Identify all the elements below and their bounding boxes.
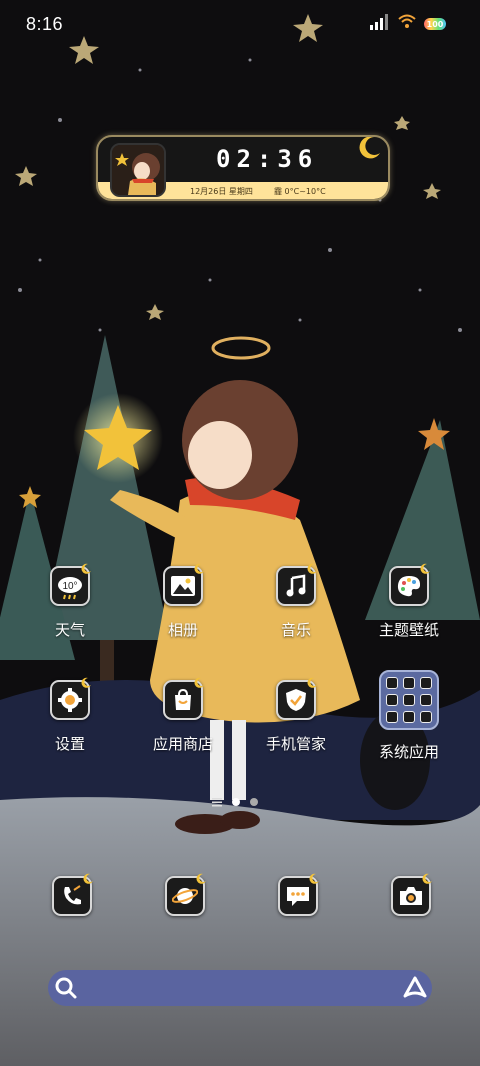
page-dot[interactable] [250,798,258,806]
moon-badge-icon [81,563,91,574]
folder-mini-icon [420,711,432,723]
status-time: 8:16 [26,14,64,34]
moon-badge-icon [81,677,91,688]
dock-messages[interactable] [278,873,319,916]
moon-icon [356,137,382,165]
folder-mini-icon [420,677,432,689]
moon-badge-icon [307,563,317,574]
app-phone-manager[interactable]: 手机管家 [256,677,336,754]
clock-widget[interactable]: 02:36 12月26日 星期四 霾 0°C~10°C [96,135,390,201]
app-store-icon [163,677,204,720]
moon-badge-icon [194,677,204,688]
moon-badge-icon [83,873,93,884]
app-label: 应用商店 [152,735,213,753]
app-gallery[interactable]: 相册 [143,563,223,640]
widget-weather: 霾 0°C~10°C [274,187,326,196]
widget-date: 12月26日 星期四 [190,187,253,196]
app-label: 音乐 [280,621,311,639]
system-apps-folder [379,670,439,730]
page-dot-active[interactable] [232,798,240,806]
page-indicator[interactable] [212,797,258,807]
dock-phone[interactable] [52,873,93,916]
moon-badge-icon [422,873,432,884]
dock-browser[interactable] [165,873,206,916]
wifi-icon [398,14,416,34]
app-settings[interactable]: 设置 [30,677,110,754]
battery-icon: 100 [424,18,446,30]
battery-level: 100 [426,19,444,29]
phone-icon [52,873,93,916]
signal-icon [370,14,390,34]
search-icon[interactable] [54,976,78,1004]
moon-badge-icon [309,873,319,884]
music-icon [276,563,317,606]
app-themes[interactable]: 主题壁纸 [369,563,449,640]
app-music[interactable]: 音乐 [256,563,336,640]
app-label: 设置 [54,735,85,753]
folder-mini-icon [403,694,415,706]
theme-icon [389,563,430,606]
weather-temp: 10° [62,581,77,592]
widget-avatar [110,143,166,197]
dock-camera[interactable] [391,873,432,916]
moon-badge-icon [307,677,317,688]
menu-lines-icon [212,798,222,807]
camera-icon [391,873,432,916]
weather-icon: 10° [50,563,91,606]
folder-mini-icon [403,711,415,723]
app-label: 系统应用 [378,743,439,761]
moon-badge-icon [196,873,206,884]
app-store[interactable]: 应用商店 [143,677,223,754]
folder-mini-icon [420,694,432,706]
folder-mini-icon [386,677,398,689]
app-label: 主题壁纸 [378,621,439,639]
app-label: 相册 [167,621,198,639]
app-label: 天气 [54,621,85,639]
gallery-icon [163,563,204,606]
search-bar[interactable] [48,970,432,1006]
app-label: 手机管家 [265,735,326,753]
moon-badge-icon [420,563,430,574]
folder-mini-icon [403,677,415,689]
messages-icon [278,873,319,916]
widget-clock: 02:36 [216,145,319,173]
status-bar: 8:16 100 [0,0,480,50]
settings-icon [50,677,91,720]
app-weather[interactable]: 10° 天气 [30,563,110,640]
folder-system-apps[interactable]: 系统应用 [369,670,449,762]
moon-badge-icon [194,563,204,574]
assistant-icon[interactable] [402,975,428,1005]
phone-manager-icon [276,677,317,720]
folder-mini-icon [386,694,398,706]
folder-mini-icon [386,711,398,723]
browser-icon [165,873,206,916]
